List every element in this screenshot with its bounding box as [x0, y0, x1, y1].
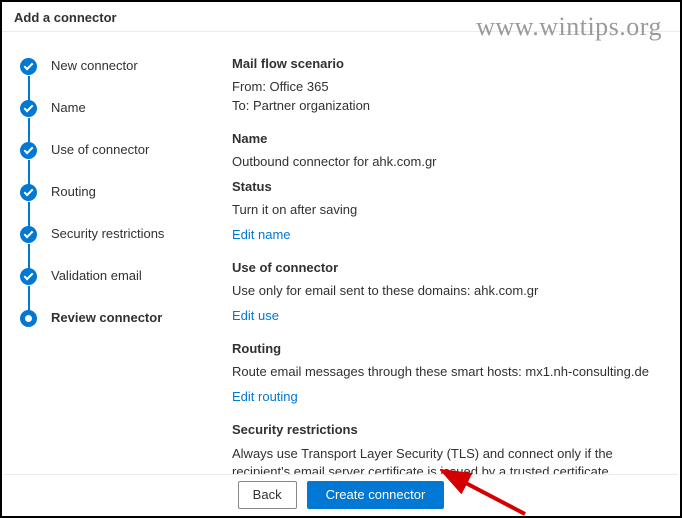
heading-mail-flow: Mail flow scenario [232, 56, 660, 71]
step-connector-line [28, 202, 30, 228]
edit-name-link[interactable]: Edit name [232, 227, 291, 242]
step-security-restrictions[interactable]: Security restrictions [20, 226, 200, 268]
routing-value: Route email messages through these smart… [232, 364, 660, 379]
heading-name: Name [232, 131, 660, 146]
section-status: Status Turn it on after saving Edit name [232, 179, 660, 242]
dialog-body: New connector Name Use of connector Rout… [2, 32, 680, 482]
dialog-footer: Back Create connector [4, 474, 678, 514]
name-value: Outbound connector for ahk.com.gr [232, 154, 660, 169]
status-value: Turn it on after saving [232, 202, 660, 217]
heading-use: Use of connector [232, 260, 660, 275]
heading-security: Security restrictions [232, 422, 660, 437]
step-connector-line [28, 286, 30, 312]
dialog-add-connector: www.wintips.org Add a connector New conn… [0, 0, 682, 518]
step-validation-email[interactable]: Validation email [20, 268, 200, 310]
back-button[interactable]: Back [238, 481, 297, 509]
mail-flow-to: To: Partner organization [232, 98, 660, 113]
step-name[interactable]: Name [20, 100, 200, 142]
heading-status: Status [232, 179, 660, 194]
step-label: Validation email [51, 268, 142, 283]
step-review-connector[interactable]: Review connector [20, 310, 200, 327]
step-connector-line [28, 76, 30, 102]
use-value: Use only for email sent to these domains… [232, 283, 660, 298]
step-routing[interactable]: Routing [20, 184, 200, 226]
check-icon [20, 226, 37, 243]
step-label: Routing [51, 184, 96, 199]
check-icon [20, 100, 37, 117]
step-label: Name [51, 100, 86, 115]
check-icon [20, 268, 37, 285]
section-routing: Routing Route email messages through the… [232, 341, 660, 404]
step-new-connector[interactable]: New connector [20, 58, 200, 100]
dialog-title: Add a connector [14, 10, 668, 25]
step-connector-line [28, 244, 30, 270]
section-name: Name Outbound connector for ahk.com.gr [232, 131, 660, 169]
section-security: Security restrictions Always use Transpo… [232, 422, 660, 482]
review-panel[interactable]: Mail flow scenario From: Office 365 To: … [212, 32, 680, 482]
current-step-icon [20, 310, 37, 327]
dialog-header: Add a connector [2, 2, 680, 32]
step-use-of-connector[interactable]: Use of connector [20, 142, 200, 184]
step-list: New connector Name Use of connector Rout… [20, 58, 200, 327]
step-connector-line [28, 160, 30, 186]
step-label: Review connector [51, 310, 162, 325]
wizard-sidebar: New connector Name Use of connector Rout… [2, 32, 212, 482]
check-icon [20, 58, 37, 75]
create-connector-button[interactable]: Create connector [307, 481, 445, 509]
mail-flow-from: From: Office 365 [232, 79, 660, 94]
step-label: Security restrictions [51, 226, 164, 241]
check-icon [20, 142, 37, 159]
check-icon [20, 184, 37, 201]
section-use: Use of connector Use only for email sent… [232, 260, 660, 323]
step-connector-line [28, 118, 30, 144]
edit-use-link[interactable]: Edit use [232, 308, 279, 323]
step-label: Use of connector [51, 142, 149, 157]
section-mail-flow: Mail flow scenario From: Office 365 To: … [232, 56, 660, 113]
step-label: New connector [51, 58, 138, 73]
heading-routing: Routing [232, 341, 660, 356]
edit-routing-link[interactable]: Edit routing [232, 389, 298, 404]
